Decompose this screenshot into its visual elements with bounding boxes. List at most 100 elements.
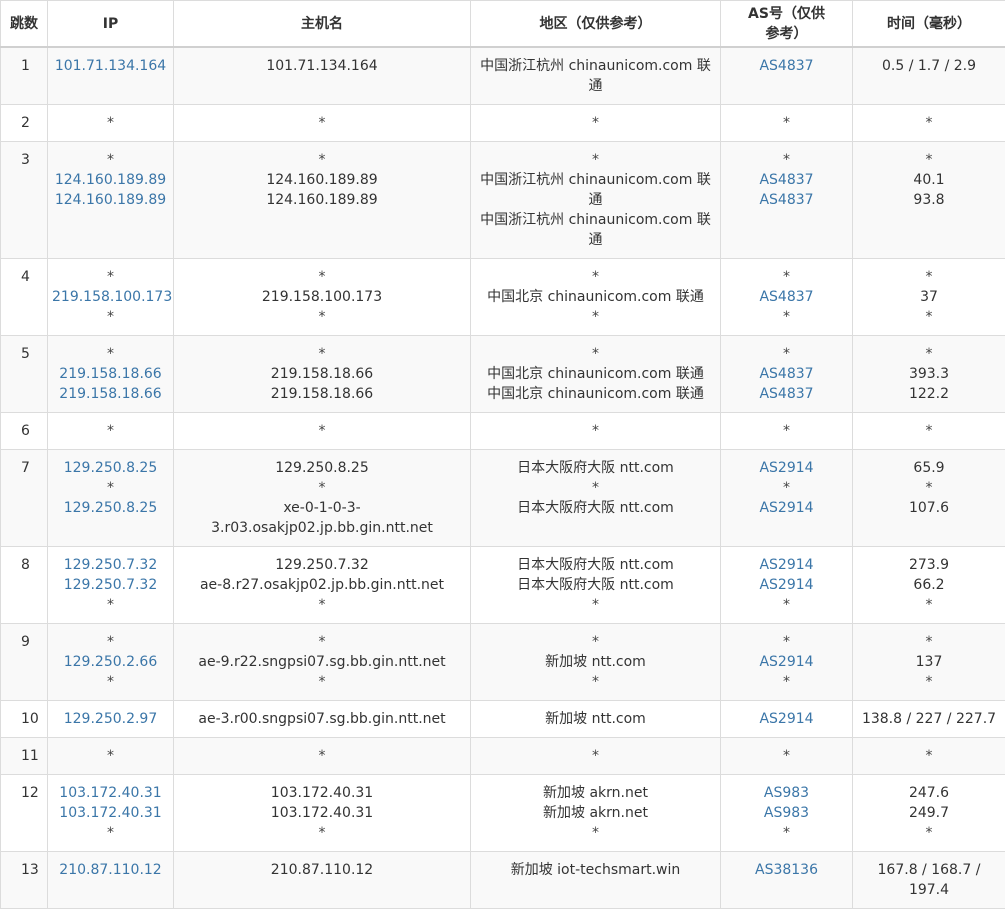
ip-value-link[interactable]: 219.158.18.66 xyxy=(52,384,169,404)
ip-value-link[interactable]: 210.87.110.12 xyxy=(52,860,169,880)
no-response-marker: * xyxy=(178,344,466,364)
no-response-marker: * xyxy=(725,746,848,766)
no-response-marker: * xyxy=(475,421,716,441)
table-row: 6***** xyxy=(1,412,1005,449)
table-row: 3*124.160.189.89124.160.189.89*124.160.1… xyxy=(1,141,1005,258)
header-ip: IP xyxy=(48,1,174,48)
time-value: 249.7 xyxy=(857,803,1001,823)
ip-value-link[interactable]: 129.250.2.97 xyxy=(52,709,169,729)
asn-value-link[interactable]: AS2914 xyxy=(725,652,848,672)
time-cell: 0.5 / 1.7 / 2.9 xyxy=(853,47,1005,104)
asn-value-link[interactable]: AS4837 xyxy=(725,364,848,384)
ip-value-link[interactable]: 129.250.7.32 xyxy=(52,555,169,575)
region-value: 日本大阪府大阪 ntt.com xyxy=(475,498,716,518)
time-value: 138.8 / 227 / 227.7 xyxy=(857,709,1001,729)
ip-cell: 129.250.2.97 xyxy=(48,700,174,737)
ip-cell: 129.250.8.25*129.250.8.25 xyxy=(48,449,174,546)
ip-cell: 210.87.110.12 xyxy=(48,851,174,908)
hop-cell: 2 xyxy=(1,104,48,141)
asn-value-link[interactable]: AS4837 xyxy=(725,190,848,210)
asn-value-link[interactable]: AS4837 xyxy=(725,384,848,404)
asn-value-link[interactable]: AS983 xyxy=(725,783,848,803)
no-response-marker: * xyxy=(857,267,1001,287)
region-cell: *中国北京 chinaunicom.com 联通* xyxy=(471,258,721,335)
no-response-marker: * xyxy=(475,595,716,615)
ip-value-link[interactable]: 129.250.2.66 xyxy=(52,652,169,672)
asn-value-link[interactable]: AS4837 xyxy=(725,170,848,190)
ip-value-link[interactable]: 124.160.189.89 xyxy=(52,170,169,190)
asn-value-link[interactable]: AS38136 xyxy=(725,860,848,880)
region-cell: * xyxy=(471,104,721,141)
hop-cell: 5 xyxy=(1,335,48,412)
region-value: 日本大阪府大阪 ntt.com xyxy=(475,575,716,595)
asn-value-link[interactable]: AS4837 xyxy=(725,56,848,76)
asn-cell: AS38136 xyxy=(721,851,853,908)
host-value: 219.158.18.66 xyxy=(178,364,466,384)
ip-value-link[interactable]: 103.172.40.31 xyxy=(52,803,169,823)
no-response-marker: * xyxy=(857,595,1001,615)
hostname-cell: * xyxy=(174,737,471,774)
traceroute-table: 跳数 IP 主机名 地区（仅供参考） AS号（仅供参考） 时间（毫秒） 1101… xyxy=(0,0,1005,909)
no-response-marker: * xyxy=(857,746,1001,766)
time-cell: 138.8 / 227 / 227.7 xyxy=(853,700,1005,737)
no-response-marker: * xyxy=(725,113,848,133)
asn-value-link[interactable]: AS2914 xyxy=(725,458,848,478)
no-response-marker: * xyxy=(178,672,466,692)
asn-cell: *AS4837AS4837 xyxy=(721,141,853,258)
time-value: 0.5 / 1.7 / 2.9 xyxy=(857,56,1001,76)
hostname-cell: *ae-9.r22.sngpsi07.sg.bb.gin.ntt.net* xyxy=(174,623,471,700)
no-response-marker: * xyxy=(475,672,716,692)
table-row: 8129.250.7.32129.250.7.32*129.250.7.32ae… xyxy=(1,546,1005,623)
ip-value-link[interactable]: 129.250.7.32 xyxy=(52,575,169,595)
asn-cell: * xyxy=(721,104,853,141)
no-response-marker: * xyxy=(178,267,466,287)
ip-cell: *219.158.18.66219.158.18.66 xyxy=(48,335,174,412)
no-response-marker: * xyxy=(52,150,169,170)
asn-cell: AS2914*AS2914 xyxy=(721,449,853,546)
region-cell: 新加坡 akrn.net新加坡 akrn.net* xyxy=(471,774,721,851)
ip-value-link[interactable]: 129.250.8.25 xyxy=(52,498,169,518)
hop-cell: 6 xyxy=(1,412,48,449)
asn-value-link[interactable]: AS983 xyxy=(725,803,848,823)
time-value: 122.2 xyxy=(857,384,1001,404)
ip-value-link[interactable]: 101.71.134.164 xyxy=(52,56,169,76)
time-cell: * xyxy=(853,412,1005,449)
ip-value-link[interactable]: 124.160.189.89 xyxy=(52,190,169,210)
no-response-marker: * xyxy=(857,344,1001,364)
ip-value-link[interactable]: 219.158.100.173 xyxy=(52,287,169,307)
ip-value-link[interactable]: 219.158.18.66 xyxy=(52,364,169,384)
no-response-marker: * xyxy=(475,113,716,133)
asn-value-link[interactable]: AS4837 xyxy=(725,287,848,307)
region-cell: * xyxy=(471,737,721,774)
time-value: 167.8 / 168.7 / 197.4 xyxy=(857,860,1001,900)
asn-value-link[interactable]: AS2914 xyxy=(725,709,848,729)
table-row: 4*219.158.100.173**219.158.100.173**中国北京… xyxy=(1,258,1005,335)
region-cell: 中国浙江杭州 chinaunicom.com 联通 xyxy=(471,47,721,104)
header-hostname: 主机名 xyxy=(174,1,471,48)
ip-cell: *129.250.2.66* xyxy=(48,623,174,700)
hop-cell: 7 xyxy=(1,449,48,546)
ip-value-link[interactable]: 103.172.40.31 xyxy=(52,783,169,803)
region-value: 中国浙江杭州 chinaunicom.com 联通 xyxy=(475,56,716,96)
ip-value-link[interactable]: 129.250.8.25 xyxy=(52,458,169,478)
host-value: xe-0-1-0-3-3.r03.osakjp02.jp.bb.gin.ntt.… xyxy=(178,498,466,538)
no-response-marker: * xyxy=(725,672,848,692)
asn-cell: *AS2914* xyxy=(721,623,853,700)
region-cell: * xyxy=(471,412,721,449)
hostname-cell: 129.250.8.25*xe-0-1-0-3-3.r03.osakjp02.j… xyxy=(174,449,471,546)
asn-value-link[interactable]: AS2914 xyxy=(725,498,848,518)
ip-cell: * xyxy=(48,412,174,449)
host-value: 129.250.7.32 xyxy=(178,555,466,575)
time-cell: * xyxy=(853,104,1005,141)
hostname-cell: 103.172.40.31103.172.40.31* xyxy=(174,774,471,851)
time-cell: *137* xyxy=(853,623,1005,700)
host-value: 101.71.134.164 xyxy=(178,56,466,76)
no-response-marker: * xyxy=(178,478,466,498)
asn-value-link[interactable]: AS2914 xyxy=(725,555,848,575)
table-body: 1101.71.134.164101.71.134.164中国浙江杭州 chin… xyxy=(1,47,1005,908)
asn-value-link[interactable]: AS2914 xyxy=(725,575,848,595)
host-value: ae-8.r27.osakjp02.jp.bb.gin.ntt.net xyxy=(178,575,466,595)
table-row: 2***** xyxy=(1,104,1005,141)
asn-cell: AS4837 xyxy=(721,47,853,104)
region-value: 新加坡 ntt.com xyxy=(475,652,716,672)
